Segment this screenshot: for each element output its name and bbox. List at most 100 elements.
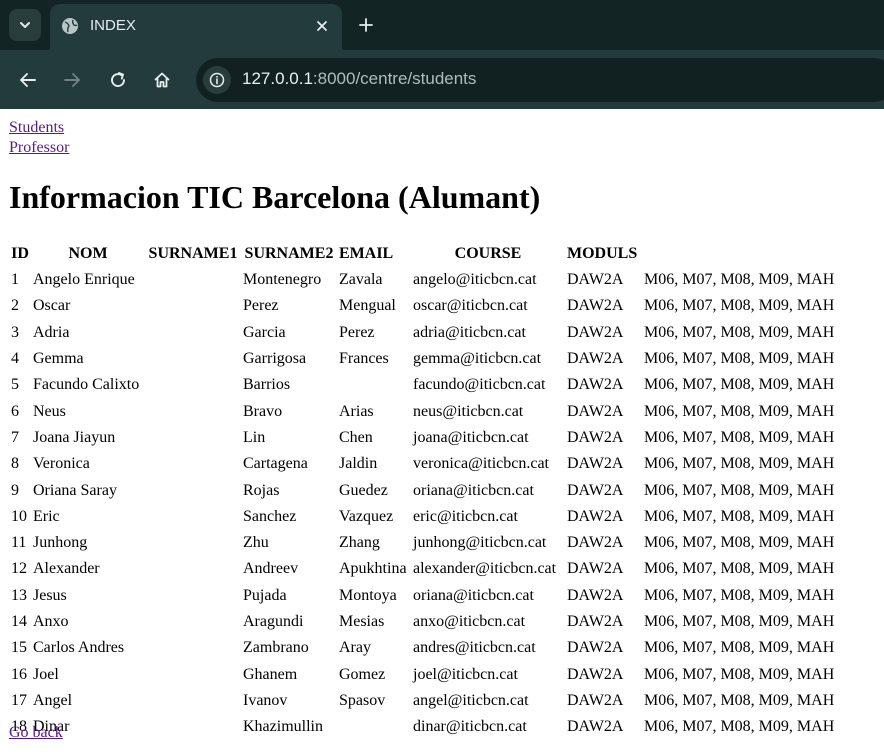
cell-surname1: Khazimullin (243, 718, 323, 736)
home-icon[interactable] (149, 67, 175, 93)
cell-moduls: M06, M07, M08, M09, MAH (644, 271, 835, 289)
address-bar[interactable]: 127.0.0.1:8000/centre/students (196, 58, 884, 102)
cell-email: dinar@iticbcn.cat (413, 718, 527, 736)
cell-surname2: Chen (339, 428, 373, 446)
cell-email: eric@iticbcn.cat (413, 507, 518, 525)
table-row: 5 Facundo Calixto Barrios facundo@iticbcn.c… (10, 373, 848, 397)
cell-id: 15 (11, 639, 27, 657)
cell-nom: Facundo Calixto (33, 376, 140, 394)
go-back-link[interactable]: Go back (9, 724, 63, 742)
table-row: 16 Joel Ghanem Gomez joel@iticbcn.cat DAW2A M0… (10, 662, 848, 686)
cell-moduls: M06, M07, M08, M09, MAH (644, 402, 835, 420)
cell-id: 9 (11, 481, 19, 499)
tab-strip: INDEX (0, 0, 884, 50)
table-row: 8 Veronica Cartagena Jaldin veronica@iticbcn… (10, 452, 848, 476)
cell-moduls: M06, M07, M08, M09, MAH (644, 639, 835, 657)
cell-course: DAW2A (567, 297, 624, 315)
cell-id: 10 (11, 507, 27, 525)
cell-id: 14 (11, 613, 27, 630)
cell-email: angel@iticbcn.cat (413, 691, 529, 709)
cell-moduls: M06, M07, M08, M09, MAH (644, 507, 835, 525)
info-icon[interactable] (203, 66, 231, 94)
cell-moduls: M06, M07, M08, M09, MAH (644, 560, 835, 578)
cell-course: DAW2A (567, 507, 624, 525)
arrow-right-icon[interactable] (59, 67, 85, 93)
cell-course: DAW2A (567, 350, 624, 368)
reload-icon[interactable] (105, 67, 131, 93)
cell-email: joel@iticbcn.cat (413, 665, 518, 683)
cell-nom: Oscar (33, 297, 71, 315)
header-email: EMAIL (339, 245, 394, 262)
cell-surname2: Frances (339, 350, 389, 368)
url-path: :8000/centre/students (312, 69, 477, 88)
cell-moduls: M06, M07, M08, M09, MAH (644, 481, 835, 499)
cell-email: oscar@iticbcn.cat (413, 297, 528, 315)
plus-icon[interactable] (354, 13, 378, 37)
cell-surname1: Ghanem (243, 665, 298, 683)
table-row: 7 Joana Jiayun Lin Chen joana@iticbcn.cat DAW… (10, 426, 848, 450)
cell-surname2: Zhang (339, 534, 380, 552)
header-id: ID (11, 245, 29, 262)
cell-nom: Veronica (33, 455, 90, 473)
url-host: 127.0.0.1 (242, 69, 313, 88)
close-icon[interactable] (312, 16, 332, 36)
cell-moduls: M06, M07, M08, M09, MAH (644, 613, 835, 630)
cell-email: neus@iticbcn.cat (413, 402, 524, 420)
cell-course: DAW2A (567, 639, 624, 657)
url-text[interactable]: 127.0.0.1:8000/centre/students (242, 69, 476, 89)
cell-nom: Neus (33, 402, 66, 420)
cell-id: 11 (11, 534, 27, 552)
table-row: 2 Oscar Perez Mengual oscar@iticbcn.cat DAW2A… (10, 294, 848, 318)
cell-id: 3 (11, 323, 19, 341)
cell-course: DAW2A (567, 271, 624, 289)
cell-course: DAW2A (567, 718, 624, 736)
arrow-left-icon[interactable] (15, 67, 41, 93)
cell-surname1: Sanchez (243, 507, 297, 525)
cell-surname1: Barrios (243, 376, 291, 394)
cell-email: alexander@iticbcn.cat (413, 560, 557, 578)
cell-surname1: Andreev (243, 560, 299, 578)
globe-icon (61, 17, 79, 35)
cell-id: 12 (11, 560, 27, 578)
cell-nom: Joana Jiayun (33, 428, 116, 446)
cell-surname2: Mengual (339, 297, 396, 315)
cell-surname2: Vazquez (339, 507, 394, 525)
header-moduls: MODULS (567, 245, 638, 262)
chevron-down-icon[interactable] (9, 9, 41, 41)
professor-link[interactable]: Professor (9, 139, 69, 157)
table-row: 4 Gemma Garrigosa Frances gemma@iticbcn.cat D… (10, 347, 848, 371)
table-row: 1 Angelo Enrique Montenegro Zavala angelo@it… (10, 268, 848, 292)
cell-surname1: Aragundi (243, 613, 304, 630)
cell-course: DAW2A (567, 691, 624, 709)
cell-nom: Anxo (33, 613, 69, 630)
tab-title: INDEX (90, 17, 136, 34)
cell-course: DAW2A (567, 323, 624, 341)
active-tab[interactable]: INDEX (50, 4, 342, 50)
cell-nom: Dinar (33, 718, 70, 736)
cell-nom: Jesus (33, 586, 67, 604)
cell-email: anxo@iticbcn.cat (413, 613, 526, 630)
cell-surname1: Perez (243, 297, 279, 315)
cell-surname2: Jaldin (339, 455, 378, 473)
students-link[interactable]: Students (9, 119, 64, 137)
cell-email: angelo@iticbcn.cat (413, 271, 537, 289)
cell-course: DAW2A (567, 481, 624, 499)
cell-email: oriana@iticbcn.cat (413, 586, 534, 604)
cell-surname1: Garrigosa (243, 350, 307, 368)
cell-moduls: M06, M07, M08, M09, MAH (644, 534, 835, 552)
table-header-row: ID NOM SURNAME1 SURNAME2 EMAIL COURSE MO… (10, 242, 848, 266)
cell-course: DAW2A (567, 534, 624, 552)
cell-nom: Oriana Saray (33, 481, 117, 499)
cell-surname2 (338, 715, 410, 739)
cell-nom: Angelo Enrique (33, 271, 135, 289)
cell-surname1: Zambrano (243, 639, 309, 657)
cell-surname2 (338, 373, 410, 397)
table-row: 9 Oriana Saray Rojas Guedez oriana@iticbcn.c… (10, 478, 848, 502)
cell-surname1: Bravo (243, 402, 283, 420)
cell-surname2: Mesias (339, 613, 385, 630)
cell-surname1: Montenegro (243, 271, 322, 289)
cell-nom: Joel (33, 665, 59, 683)
cell-email: facundo@iticbcn.cat (413, 376, 546, 394)
table-row: 15 Carlos Andres Zambrano Aray andres@iticbc… (10, 636, 848, 660)
table-row: 13 Jesus Pujada Montoya oriana@iticbcn.cat DA… (10, 584, 848, 608)
